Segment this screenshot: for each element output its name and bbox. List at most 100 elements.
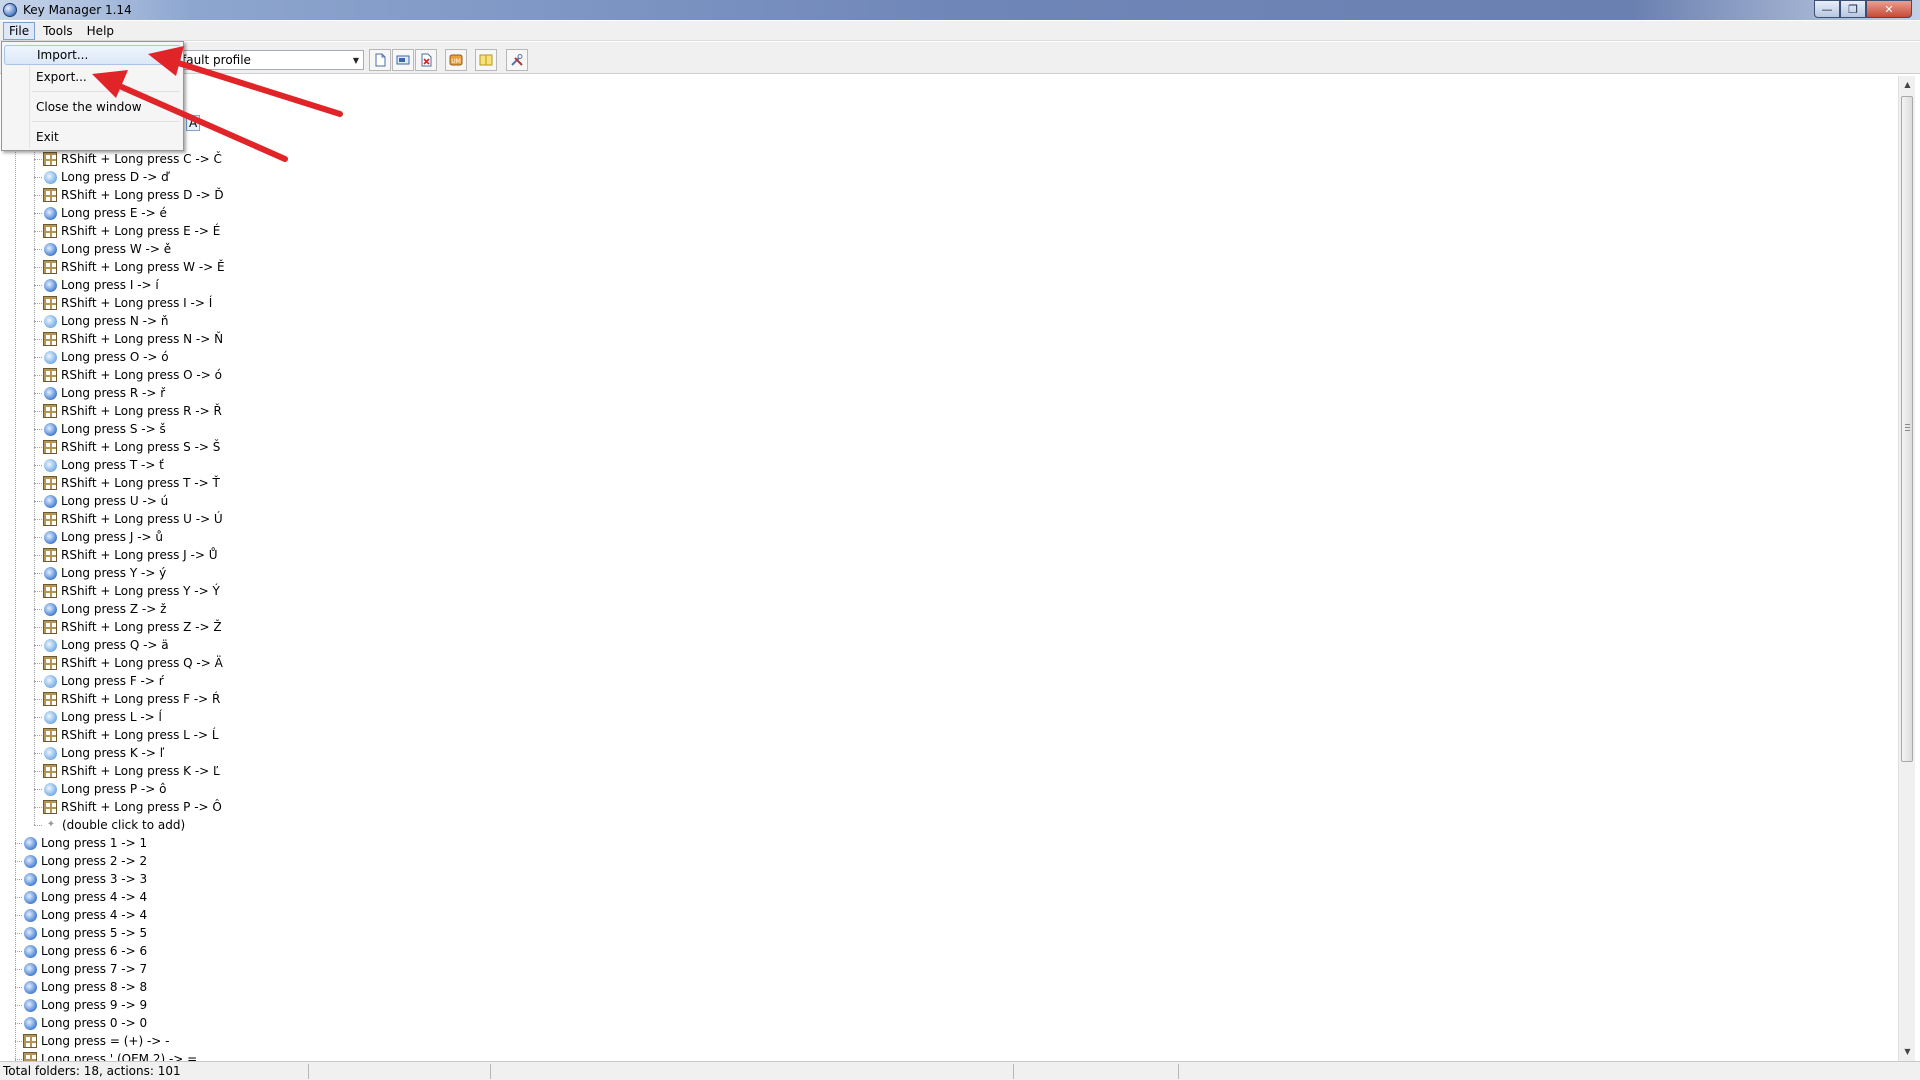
tree-row[interactable]: Long press I -> í (34, 276, 159, 294)
scroll-up-icon: ▲ (1904, 80, 1911, 89)
menu-help[interactable]: Help (81, 22, 120, 40)
tree-row[interactable]: Long press K -> ľ (34, 744, 164, 762)
tree-row[interactable]: RShift + Long press O -> ó (34, 366, 222, 384)
tree-row[interactable]: RShift + Long press U -> Ú (34, 510, 223, 528)
tree-row-label: Long press 5 -> 5 (41, 926, 148, 940)
title-bar[interactable]: Key Manager 1.14 — ❐ ✕ (0, 0, 1920, 20)
tree-row-label: Long press 1 -> 1 (41, 836, 148, 850)
menu-item-import[interactable]: Import... (4, 45, 181, 65)
tree-row[interactable]: Long press Q -> ä (34, 636, 169, 654)
tree-row[interactable]: Long press T -> ť (34, 456, 164, 474)
tree-row[interactable]: Long press 0 -> 0 (15, 1014, 148, 1032)
tree-row[interactable]: RShift + Long press T -> Ť (34, 474, 220, 492)
scroll-down-button[interactable]: ▼ (1899, 1043, 1916, 1060)
tree-row[interactable]: RShift + Long press N -> Ň (34, 330, 223, 348)
menu-file[interactable]: File (3, 21, 36, 40)
key-combo-icon (43, 512, 57, 526)
tree-row[interactable]: Long press Y -> ý (34, 564, 166, 582)
tree-row[interactable]: Long press P -> ô (34, 780, 166, 798)
key-action-icon (24, 1016, 37, 1030)
tree-row[interactable]: RShift + Long press F -> Ŕ (34, 690, 220, 708)
key-action-alt-icon (44, 458, 57, 472)
tree-connector (15, 969, 22, 970)
tree-row[interactable]: Long press 9 -> 9 (15, 996, 147, 1014)
tree-row[interactable]: Long press L -> ĺ (34, 708, 162, 726)
tree-row[interactable]: ✦ (double click to add) (34, 816, 185, 834)
tree-row[interactable]: Long press 5 -> 5 (15, 924, 148, 942)
tree-row[interactable]: RShift + Long press E -> É (34, 222, 220, 240)
minimize-button[interactable]: — (1814, 0, 1840, 18)
delete-profile-button[interactable] (415, 49, 437, 71)
scroll-up-button[interactable]: ▲ (1899, 76, 1916, 93)
menu-item-close-window[interactable]: Close the window (4, 97, 181, 117)
menu-item-exit[interactable]: Exit (4, 127, 181, 147)
tree-row[interactable]: Long press ' (OEM 2) -> = (15, 1050, 197, 1061)
tree-row[interactable]: Long press = (+) -> - (15, 1032, 170, 1050)
tree-row[interactable]: RShift + Long press K -> Ľ (34, 762, 220, 780)
tree-row[interactable]: RShift + Long press R -> Ř (34, 402, 222, 420)
tree-connector (34, 177, 42, 178)
tree-row[interactable]: Long press Z -> ž (34, 600, 166, 618)
close-icon: ✕ (1884, 2, 1894, 16)
tree-row[interactable]: Long press 4 -> 4 (15, 906, 147, 924)
tree-row[interactable]: RShift + Long press I -> Í (34, 294, 212, 312)
tree-row[interactable]: RShift + Long press C -> Č (34, 150, 222, 168)
tree-row[interactable]: Long press 7 -> 7 (15, 960, 147, 978)
tree-row[interactable]: Long press U -> ú (34, 492, 168, 510)
tree-row[interactable]: RShift + Long press Y -> Ý (34, 582, 220, 600)
tree-row[interactable]: Long press 1 -> 1 (15, 834, 148, 852)
tree-row[interactable]: RShift + Long press Z -> Ž (34, 618, 222, 636)
maximize-button[interactable]: ❐ (1840, 0, 1866, 18)
tree-row-label: Long press 0 -> 0 (41, 1016, 148, 1030)
tree-row[interactable]: Long press D -> ď (34, 168, 169, 186)
tree-row[interactable]: Long press W -> ě (34, 240, 171, 258)
key-combo-icon (43, 692, 57, 706)
tree-row[interactable]: Long press 3 -> 3 (15, 870, 147, 888)
tree-row[interactable]: RShift + Long press Q -> Ä (34, 654, 223, 672)
tree-row[interactable]: RShift + Long press L -> Ĺ (34, 726, 219, 744)
menu-item-export[interactable]: Export... (4, 67, 181, 87)
scrollbar-thumb[interactable] (1901, 96, 1913, 762)
key-combo-icon (43, 476, 57, 490)
profile-select[interactable]: fault profile ▼ (178, 50, 364, 70)
tree-row[interactable]: Long press 8 -> 8 (15, 978, 147, 996)
new-profile-button[interactable] (369, 49, 391, 71)
tree-row[interactable]: Long press S -> š (34, 420, 166, 438)
tree-row[interactable]: RShift + Long press W -> Ě (34, 258, 225, 276)
tree-row-label: Long press = (+) -> - (41, 1034, 170, 1048)
macro-icon: UM (449, 54, 463, 66)
tree-row[interactable]: Long press 6 -> 6 (15, 942, 147, 960)
tree-connector (34, 717, 42, 718)
tree-row[interactable]: RShift + Long press D -> Ď (34, 186, 224, 204)
tree-connector (34, 609, 42, 610)
tree-row[interactable]: Long press F -> ŕ (34, 672, 164, 690)
tree-row[interactable]: Long press J -> ů (34, 528, 163, 546)
settings-button[interactable] (506, 49, 528, 71)
thumb-grip (1905, 430, 1910, 431)
vertical-scrollbar[interactable]: ▲ ▼ (1898, 76, 1915, 1061)
tree-connector (15, 1023, 22, 1024)
tree-row-label: A (186, 115, 201, 131)
tree-row[interactable]: Long press O -> ó (34, 348, 169, 366)
window-controls: — ❐ ✕ (1814, 0, 1912, 18)
macro-button[interactable]: UM (445, 49, 467, 71)
tree-row[interactable]: RShift + Long press S -> Š (34, 438, 220, 456)
key-combo-icon (43, 800, 57, 814)
tree-row[interactable]: RShift + Long press J -> Ů (34, 546, 217, 564)
tree-row[interactable]: Long press N -> ň (34, 312, 168, 330)
notes-button[interactable] (475, 49, 497, 71)
menu-tools[interactable]: Tools (37, 22, 79, 40)
tree-row-partial[interactable]: A (186, 114, 201, 132)
key-tree[interactable]: A RShift + Long press C -> Č Long press D… (0, 76, 1898, 1061)
tree-connector (34, 339, 42, 340)
tree-connector (15, 915, 22, 916)
rename-profile-button[interactable] (392, 49, 414, 71)
close-button[interactable]: ✕ (1866, 0, 1912, 18)
tree-row[interactable]: Long press 4 -> 4 (15, 888, 147, 906)
menu-bar: File Tools Help (0, 21, 1920, 41)
tree-row[interactable]: Long press E -> é (34, 204, 167, 222)
key-action-icon (44, 566, 57, 580)
tree-row[interactable]: RShift + Long press P -> Ô (34, 798, 222, 816)
tree-row[interactable]: Long press 2 -> 2 (15, 852, 147, 870)
tree-row[interactable]: Long press R -> ř (34, 384, 165, 402)
